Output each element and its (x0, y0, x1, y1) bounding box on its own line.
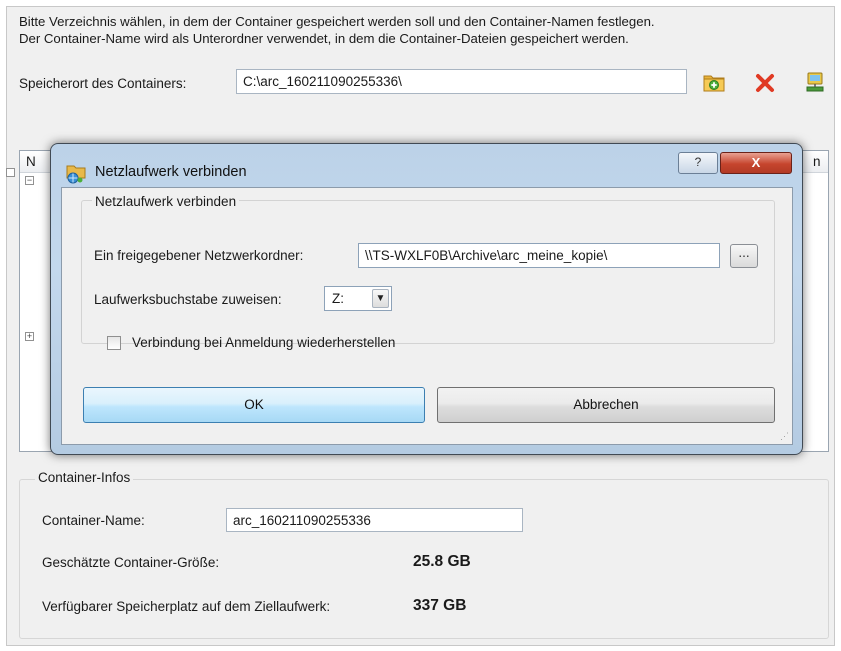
dialog-group-legend: Netzlaufwerk verbinden (92, 194, 240, 209)
container-infos-legend: Container-Infos (35, 470, 134, 485)
map-network-drive-dialog: Netzlaufwerk verbinden ? X Netzlaufwerk … (50, 143, 803, 455)
intro-line-1: Bitte Verzeichnis wählen, in dem der Con… (19, 14, 655, 29)
location-label: Speicherort des Containers: (19, 76, 187, 91)
drive-letter-label: Laufwerksbuchstabe zuweisen: (94, 292, 282, 307)
intro-line-2: Der Container-Name wird als Unterordner … (19, 31, 629, 46)
ok-button[interactable]: OK (83, 387, 425, 423)
free-space-value: 337 GB (413, 597, 467, 614)
dialog-client-area: Netzlaufwerk verbinden Ein freigegebener… (61, 187, 793, 445)
container-name-input[interactable]: arc_160211090255336 (226, 508, 523, 532)
tree-plus-icon[interactable]: + (25, 332, 34, 341)
network-drive-icon[interactable] (803, 70, 827, 94)
close-button[interactable]: X (720, 152, 792, 174)
tree-collapse-icon[interactable] (6, 168, 15, 177)
container-name-label: Container-Name: (42, 513, 145, 528)
shared-folder-label: Ein freigegebener Netzwerkordner: (94, 248, 304, 263)
new-folder-icon[interactable] (702, 70, 726, 94)
location-input[interactable]: C:\arc_160211090255336\ (236, 69, 687, 94)
estimated-size-label: Geschätzte Container-Größe: (42, 555, 220, 570)
reconnect-label[interactable]: Verbindung bei Anmeldung wiederherstelle… (132, 335, 395, 350)
estimated-size-value: 25.8 GB (413, 553, 471, 570)
tree-header-name: N (26, 154, 36, 169)
help-button[interactable]: ? (678, 152, 718, 174)
tree-minus-icon[interactable]: − (25, 176, 34, 185)
resize-grip-icon[interactable]: ⋰ (780, 431, 789, 442)
reconnect-checkbox[interactable] (107, 336, 121, 350)
dialog-group (81, 200, 775, 344)
tree-header-right: n (813, 154, 821, 169)
delete-icon[interactable] (754, 70, 778, 94)
browse-button[interactable]: ... (730, 244, 758, 268)
shared-folder-input[interactable]: \\TS-WXLF0B\Archive\arc_meine_kopie\ (358, 243, 720, 268)
dialog-title: Netzlaufwerk verbinden (95, 164, 247, 180)
drive-letter-value: Z: (332, 291, 344, 306)
network-folder-icon (64, 161, 88, 185)
drive-letter-select[interactable]: Z: ▼ (324, 286, 392, 311)
chevron-down-icon[interactable]: ▼ (372, 289, 389, 308)
cancel-button[interactable]: Abbrechen (437, 387, 775, 423)
intro-text: Bitte Verzeichnis wählen, in dem der Con… (19, 13, 655, 47)
free-space-label: Verfügbarer Speicherplatz auf dem Ziella… (42, 599, 331, 614)
